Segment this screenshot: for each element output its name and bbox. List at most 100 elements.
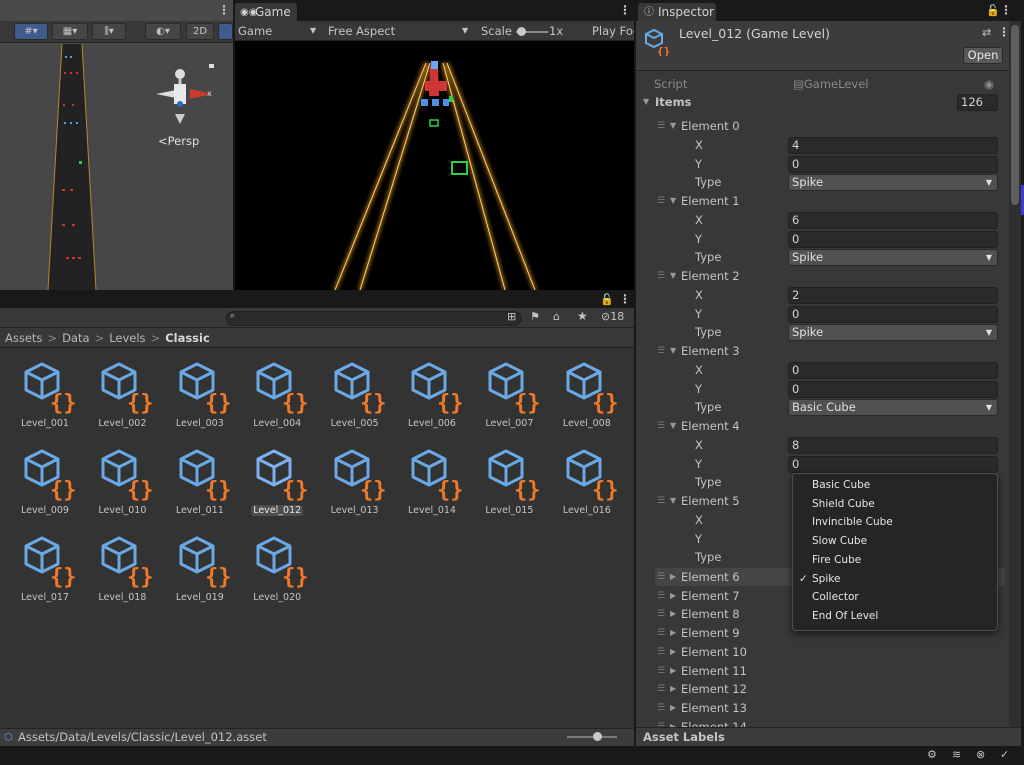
asset-item[interactable]: {} Level_006 [397, 358, 467, 429]
breadcrumb-item[interactable]: Assets [5, 331, 42, 345]
field-input-x[interactable]: 8 [788, 437, 998, 454]
drag-handle-icon[interactable]: ☰ [657, 421, 665, 431]
drag-handle-icon[interactable]: ☰ [657, 703, 665, 713]
asset-labels-section[interactable]: Asset Labels [636, 727, 1021, 746]
hidden-packages-button[interactable]: ⊘18 [601, 310, 624, 323]
collapsed-triangle-icon[interactable]: ▶ [670, 628, 676, 637]
lock-icon[interactable]: 🔓 [986, 4, 1000, 17]
breadcrumb-item[interactable]: Levels [109, 331, 145, 345]
drag-handle-icon[interactable]: ☰ [657, 271, 665, 281]
collapsed-triangle-icon[interactable]: ▶ [670, 684, 676, 693]
grid-toggle-button[interactable]: ▦▾ [52, 23, 88, 40]
asset-item[interactable]: {} Level_014 [397, 445, 467, 516]
element-header[interactable]: Element 4 [681, 419, 740, 433]
field-input-y[interactable]: 0 [788, 156, 998, 173]
element-header[interactable]: Element 10 [681, 645, 747, 659]
field-input-x[interactable]: 2 [788, 287, 998, 304]
game-menu-kebab[interactable]: ⋮ [619, 3, 631, 17]
field-input-y[interactable]: 0 [788, 456, 998, 473]
shading-mode-button[interactable]: ◐▾ [145, 23, 181, 40]
debug-icon[interactable]: ⚙ [927, 748, 937, 761]
asset-item[interactable]: {} Level_004 [242, 358, 312, 429]
expanded-triangle-icon[interactable]: ▼ [670, 196, 676, 205]
display-dropdown[interactable]: Game ▼ [238, 23, 320, 39]
search-by-label-icon[interactable]: ⚑ [530, 310, 540, 323]
element-header[interactable]: Element 9 [681, 626, 740, 640]
asset-item[interactable]: {} Level_005 [320, 358, 390, 429]
type-dropdown[interactable]: Spike ▼ [788, 324, 998, 341]
element-header[interactable]: Element 5 [681, 494, 740, 508]
asset-item[interactable]: {} Level_016 [552, 445, 622, 516]
breadcrumb-item[interactable]: Classic [165, 331, 210, 345]
tag-icon[interactable]: ⌂ [553, 310, 560, 323]
icon-size-slider-track[interactable] [567, 736, 617, 738]
lighting-toggle-button[interactable] [218, 23, 233, 40]
type-option[interactable]: Basic Cube [812, 479, 870, 491]
aspect-dropdown[interactable]: Free Aspect ▼ [328, 23, 473, 39]
collapsed-triangle-icon[interactable]: ▶ [670, 609, 676, 618]
icon-size-slider-handle[interactable] [593, 732, 602, 741]
asset-item[interactable]: {} Level_002 [87, 358, 157, 429]
gizmo-button[interactable]: ⫼▾ [92, 23, 126, 40]
element-header[interactable]: Element 13 [681, 701, 747, 715]
element-header[interactable]: Element 7 [681, 589, 740, 603]
play-focus-dropdown[interactable]: Play Foc [592, 23, 634, 39]
element-header[interactable]: Element 0 [681, 119, 740, 133]
asset-item[interactable]: {} Level_020 [242, 532, 312, 603]
asset-item[interactable]: {} Level_015 [474, 445, 544, 516]
type-dropdown[interactable]: Spike ▼ [788, 249, 998, 266]
asset-item[interactable]: {} Level_008 [552, 358, 622, 429]
collapsed-triangle-icon[interactable]: ▶ [670, 591, 676, 600]
element-header[interactable]: Element 11 [681, 664, 747, 678]
element-header[interactable]: Element 1 [681, 194, 740, 208]
asset-item[interactable]: {} Level_001 [10, 358, 80, 429]
drag-handle-icon[interactable]: ☰ [657, 196, 665, 206]
scene-menu-kebab[interactable]: ⋮ [218, 3, 230, 17]
projection-toggle[interactable]: <Persp [158, 134, 199, 148]
items-foldout-triangle[interactable]: ▼ [643, 97, 649, 106]
element-header[interactable]: Element 12 [681, 682, 747, 696]
field-input-y[interactable]: 0 [788, 306, 998, 323]
type-option[interactable]: Shield Cube [812, 498, 875, 510]
asset-item[interactable]: {} Level_007 [474, 358, 544, 429]
expanded-triangle-icon[interactable]: ▼ [670, 496, 676, 505]
type-dropdown[interactable]: Basic Cube ▼ [788, 399, 998, 416]
scale-slider-handle[interactable] [517, 27, 526, 36]
cache-server-icon[interactable]: ≋ [952, 748, 961, 761]
script-field[interactable]: ▤GameLevel ◉ [788, 76, 998, 92]
type-option[interactable]: End Of Level [812, 610, 878, 622]
drag-handle-icon[interactable]: ☰ [657, 572, 665, 582]
drag-handle-icon[interactable]: ☰ [657, 346, 665, 356]
element-header[interactable]: Element 6 [681, 570, 740, 584]
project-lock-icon[interactable]: 🔓 [600, 293, 614, 306]
inspector-scroll-thumb[interactable] [1011, 25, 1019, 205]
open-button[interactable]: Open [963, 47, 1003, 64]
type-option[interactable]: Collector [812, 591, 859, 603]
check-status-icon[interactable]: ✓ [1000, 748, 1009, 761]
type-option[interactable]: Spike [812, 573, 840, 585]
expanded-triangle-icon[interactable]: ▼ [670, 346, 676, 355]
project-menu-kebab[interactable]: ⋮ [619, 292, 631, 306]
asset-item[interactable]: {} Level_017 [10, 532, 80, 603]
asset-item[interactable]: {} Level_010 [87, 445, 157, 516]
asset-item[interactable]: {} Level_011 [165, 445, 235, 516]
game-view[interactable] [235, 41, 634, 290]
type-option[interactable]: Fire Cube [812, 554, 861, 566]
asset-item[interactable]: {} Level_003 [165, 358, 235, 429]
field-input-y[interactable]: 0 [788, 231, 998, 248]
type-dropdown[interactable]: Spike ▼ [788, 174, 998, 191]
items-count-field[interactable]: 126 [957, 94, 998, 111]
favorite-star-icon[interactable]: ★ [577, 309, 588, 323]
grid-snap-button[interactable]: #▾ [14, 23, 48, 40]
field-input-y[interactable]: 0 [788, 381, 998, 398]
element-header[interactable]: Element 8 [681, 607, 740, 621]
drag-handle-icon[interactable]: ☰ [657, 496, 665, 506]
tab-game[interactable]: ◉◉ Game [235, 3, 297, 22]
drag-handle-icon[interactable]: ☰ [657, 647, 665, 657]
scene-view[interactable]: x <Persp [0, 44, 233, 290]
expanded-triangle-icon[interactable]: ▼ [670, 121, 676, 130]
object-picker-icon[interactable]: ◉ [984, 76, 994, 92]
drag-handle-icon[interactable]: ☰ [657, 121, 665, 131]
asset-item[interactable]: {} Level_009 [10, 445, 80, 516]
drag-handle-icon[interactable]: ☰ [657, 684, 665, 694]
